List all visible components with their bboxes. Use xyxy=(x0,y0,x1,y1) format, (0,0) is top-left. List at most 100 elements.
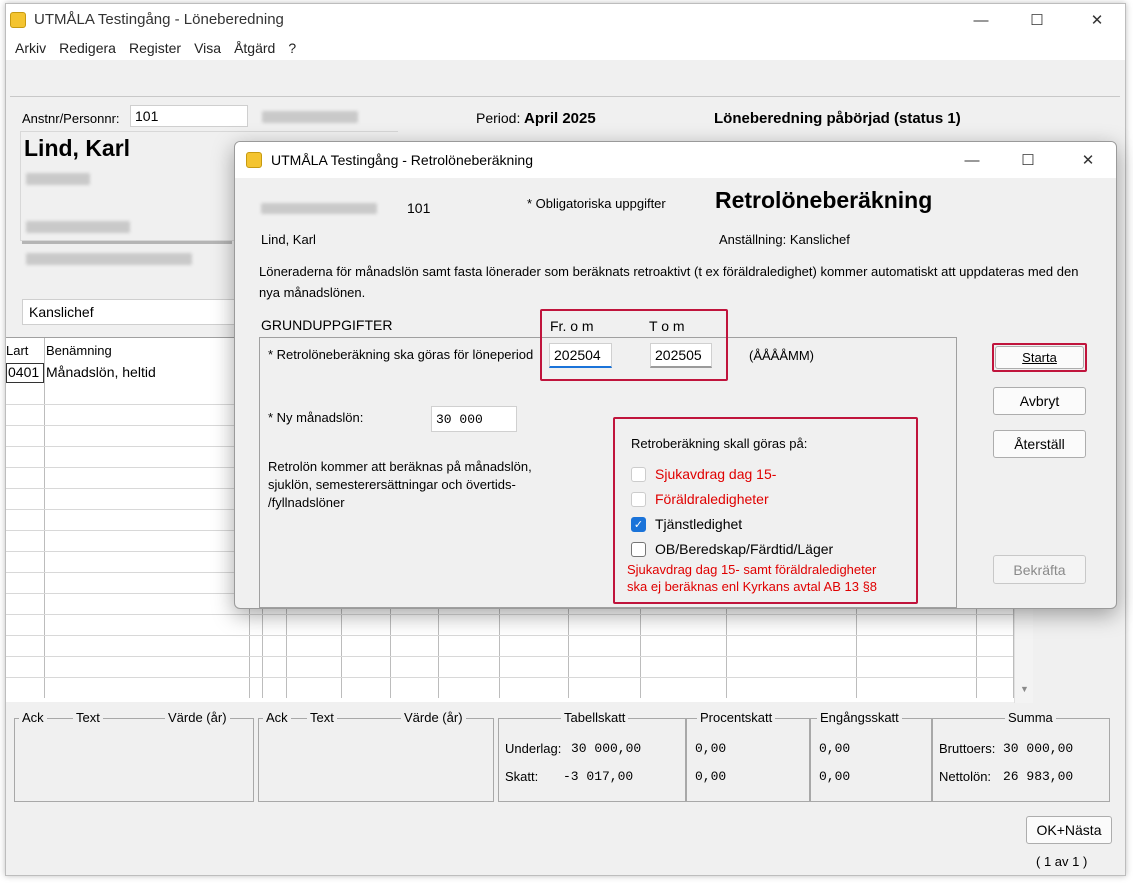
row-name[interactable]: Månadslön, heltid xyxy=(46,364,156,380)
ack-box-1: Ack Text Värde (år) xyxy=(14,710,254,802)
text-label-2: Text xyxy=(307,710,337,725)
menu-visa[interactable]: Visa xyxy=(189,40,229,56)
retro-info-line-3: /fyllnadslöner xyxy=(268,495,345,510)
engangsskatt-title: Engångsskatt xyxy=(817,710,902,725)
info-text-line-1: Löneraderna för månadslön samt fasta lön… xyxy=(259,264,1079,279)
text-label-1: Text xyxy=(73,710,103,725)
minimize-button[interactable]: — xyxy=(958,4,1004,36)
new-salary-label: * Ny månadslön: xyxy=(268,410,364,425)
section-label: GRUNDUPPGIFTER xyxy=(261,317,393,333)
leave-of-absence-checkbox[interactable]: ✓ xyxy=(631,517,646,532)
start-button[interactable]: Starta xyxy=(995,346,1084,369)
cancel-button[interactable]: Avbryt xyxy=(993,387,1086,415)
procentskatt-box: Procentskatt 0,00 0,00 xyxy=(686,710,810,802)
ack-label-2: Ack xyxy=(263,710,291,725)
main-titlebar: UTMÅLA Testingång - Löneberedning — ☐ ✕ xyxy=(6,4,1125,36)
from-period-input[interactable]: 202504 xyxy=(549,343,612,368)
divider xyxy=(22,241,232,244)
toolbar-strip xyxy=(6,60,1125,90)
dialog-minimize-button[interactable]: — xyxy=(949,144,995,176)
tabellskatt-underlag: 30 000,00 xyxy=(571,741,642,756)
summa-box: Summa Bruttoers: 30 000,00 Nettolön: 26 … xyxy=(932,710,1110,802)
value-label-2: Värde (år) xyxy=(401,710,466,725)
position-field[interactable]: Kanslichef xyxy=(22,299,252,325)
format-hint: (ÅÅÅÅMM) xyxy=(749,348,814,363)
menu-arkiv[interactable]: Arkiv xyxy=(10,40,54,56)
employment-text: Anställning: Kanslichef xyxy=(719,232,850,247)
parental-leave-label: Föräldraledigheter xyxy=(655,491,769,507)
column-header-benamning: Benämning xyxy=(46,343,112,358)
menu-bar: Arkiv Redigera Register Visa Åtgärd ? xyxy=(6,36,1125,60)
summa-title: Summa xyxy=(1005,710,1056,725)
status-text: Löneberedning påbörjad (status 1) xyxy=(714,110,961,127)
engangsskatt-skatt: 0,00 xyxy=(819,769,851,784)
brutto-value: 30 000,00 xyxy=(1003,741,1074,756)
tabellskatt-box: Tabellskatt Underlag: 30 000,00 Skatt: -… xyxy=(498,710,686,802)
warning-line-2: ska ej beräknas enl Kyrkans avtal AB 13 … xyxy=(627,579,878,594)
dialog-emp-name: Lind, Karl xyxy=(261,232,316,247)
retro-dialog: UTMÅLA Testingång - Retrolöneberäkning —… xyxy=(234,141,1117,609)
new-salary-input[interactable]: 30 000 xyxy=(431,406,517,432)
tabellskatt-title: Tabellskatt xyxy=(561,710,629,725)
employee-id-label: Anstnr/Personnr: xyxy=(22,111,120,126)
retro-info-line-2: sjuklön, semesterersättningar och överti… xyxy=(268,477,516,492)
warning-line-1: Sjukavdrag dag 15- samt föräldraledighet… xyxy=(627,562,877,577)
row-code[interactable]: 0401 xyxy=(6,363,44,383)
redacted-address-2 xyxy=(26,221,130,233)
parental-leave-checkbox[interactable] xyxy=(631,492,646,507)
maximize-button[interactable]: ☐ xyxy=(1014,4,1060,36)
retro-options-box: Retroberäkning skall göras på: Sjukavdra… xyxy=(613,417,918,604)
procentskatt-title: Procentskatt xyxy=(697,710,776,725)
netto-value: 26 983,00 xyxy=(1003,769,1074,784)
dialog-titlebar: UTMÅLA Testingång - Retrolöneberäkning —… xyxy=(235,142,1116,178)
menu-register[interactable]: Register xyxy=(124,40,189,56)
ack-label-1: Ack xyxy=(19,710,47,725)
dialog-emp-number: 101 xyxy=(407,200,431,216)
menu-redigera[interactable]: Redigera xyxy=(54,40,124,56)
pager: ( 1 av 1 ) xyxy=(1036,854,1088,869)
skatt-label: Skatt: xyxy=(505,769,539,784)
retro-info-line-1: Retrolön kommer att beräknas på månadslö… xyxy=(268,459,532,474)
tabellskatt-skatt: -3 017,00 xyxy=(563,769,634,784)
to-period-input[interactable]: 202505 xyxy=(650,343,712,368)
redacted-personnr xyxy=(262,111,358,123)
from-label: Fr. o m xyxy=(550,318,594,334)
column-header-lart: Lart xyxy=(6,343,29,358)
ok-next-button[interactable]: OK+Nästa xyxy=(1026,816,1112,844)
scroll-down-icon[interactable]: ▼ xyxy=(1020,684,1029,694)
sickness-deduction-checkbox[interactable] xyxy=(631,467,646,482)
procentskatt-skatt: 0,00 xyxy=(695,769,727,784)
confirm-button[interactable]: Bekräfta xyxy=(993,555,1086,584)
to-label: T o m xyxy=(649,318,685,334)
engangsskatt-box: Engångsskatt 0,00 0,00 xyxy=(810,710,932,802)
dialog-maximize-button[interactable]: ☐ xyxy=(1005,144,1051,176)
employee-id-field[interactable]: 101 xyxy=(130,105,248,127)
info-text-line-2: nya månadslönen. xyxy=(259,285,366,300)
app-icon xyxy=(10,12,26,28)
dialog-app-icon xyxy=(246,152,262,168)
menu-help[interactable]: ? xyxy=(283,40,304,56)
menu-atgard[interactable]: Åtgärd xyxy=(229,40,283,56)
period-field-label: * Retrolöneberäkning ska göras för lönep… xyxy=(268,347,534,362)
redacted-personnr xyxy=(261,203,377,214)
ob-standby-checkbox[interactable] xyxy=(631,542,646,557)
dialog-close-button[interactable]: ✕ xyxy=(1065,144,1111,176)
netto-label: Nettolön: xyxy=(939,769,992,784)
reset-button[interactable]: Återställ xyxy=(993,430,1086,458)
dialog-heading: Retrolöneberäkning xyxy=(715,187,933,213)
close-button[interactable]: ✕ xyxy=(1074,4,1120,36)
ob-standby-label: OB/Beredskap/Färdtid/Läger xyxy=(655,541,834,557)
period-value: April 2025 xyxy=(524,110,596,127)
dialog-title: UTMÅLA Testingång - Retrolöneberäkning xyxy=(271,152,534,168)
procentskatt-underlag: 0,00 xyxy=(695,741,727,756)
engangsskatt-underlag: 0,00 xyxy=(819,741,851,756)
redacted-bank-info xyxy=(26,253,192,265)
redacted-address-1 xyxy=(26,173,90,185)
underlag-label: Underlag: xyxy=(505,741,562,756)
brutto-label: Bruttoers: xyxy=(939,741,996,756)
value-label-1: Värde (år) xyxy=(165,710,230,725)
mandatory-note: * Obligatoriska uppgifter xyxy=(527,196,666,211)
period-label: Period: xyxy=(476,110,521,126)
ack-box-2: Ack Text Värde (år) xyxy=(258,710,494,802)
sickness-deduction-label: Sjukavdrag dag 15- xyxy=(655,466,777,482)
